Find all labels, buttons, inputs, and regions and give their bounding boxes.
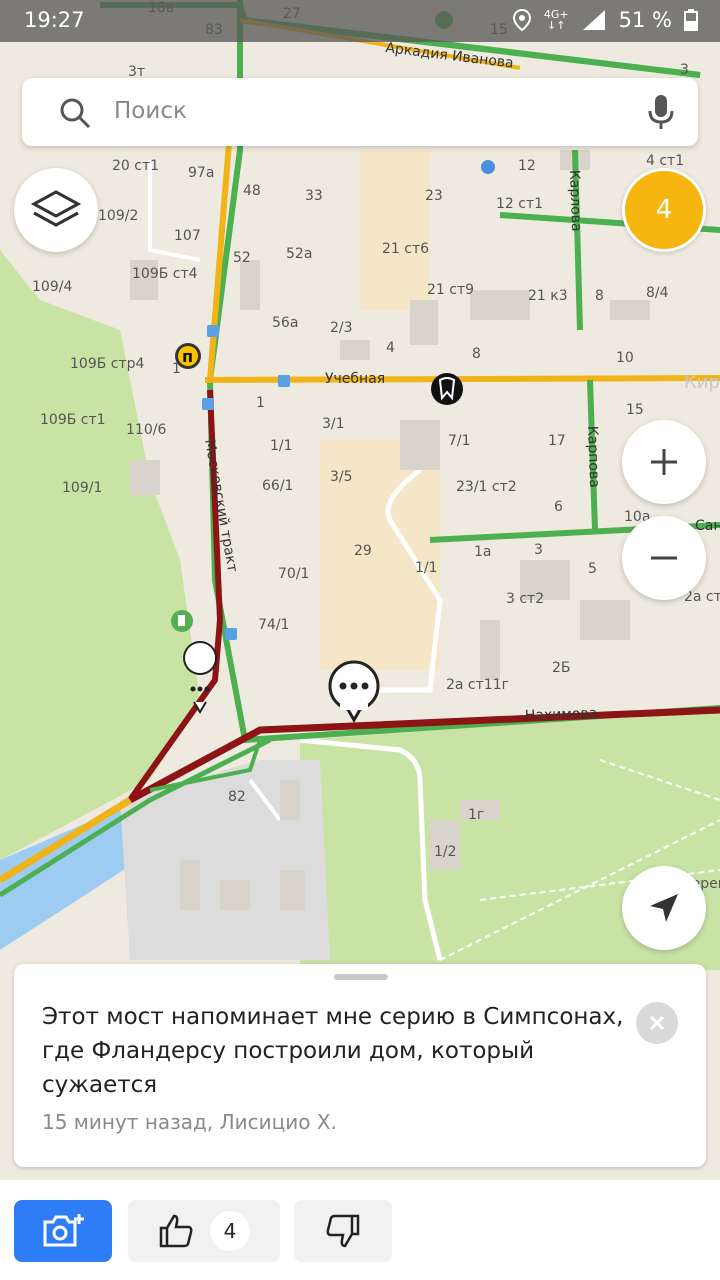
location-poi-icon[interactable] (481, 160, 495, 174)
street-label-partial: Кир (684, 372, 720, 393)
building-number-label: 8 (595, 288, 604, 304)
street-label: Карлова (566, 170, 584, 232)
dentist-poi-icon[interactable] (431, 373, 463, 405)
street-label-partial: Сан (695, 518, 720, 534)
building-number-label: 1/1 (415, 560, 438, 576)
search-bar[interactable]: Поиск (22, 78, 698, 146)
building-number-label: 109Б стр4 (70, 356, 145, 372)
building-number-label: 1/2 (434, 844, 457, 860)
building-number-label: 7/1 (448, 433, 471, 449)
building-number-label: 52а (286, 246, 312, 262)
building-number-label: 5 (588, 561, 597, 577)
search-input[interactable]: Поиск (114, 98, 187, 124)
battery-percent: 51 % (618, 8, 672, 32)
comment-meta: 15 минут назад, Лисицио Х. (42, 1110, 337, 1134)
building-number-label: 4 ст1 (646, 153, 684, 169)
building-number-label: 3 (534, 542, 543, 558)
layers-icon (31, 190, 81, 227)
search-icon (60, 98, 91, 129)
battery-icon (684, 9, 698, 31)
svg-text:п: п (182, 347, 193, 366)
network-indicator: 4G+ ↓↑ (543, 8, 569, 32)
building-number-label: 23 (425, 188, 443, 204)
building-number-label: 20 ст1 (112, 158, 159, 174)
comment-card[interactable]: Этот мост напоминает мне серию в Симпсон… (14, 964, 706, 1167)
building-number-label: 12 ст1 (496, 196, 543, 212)
camera-add-icon (43, 1214, 84, 1247)
building-number-label: 70/1 (278, 566, 309, 582)
building-number-label: 15 (626, 402, 644, 418)
building-number-label: 48 (243, 183, 261, 199)
comment-text: Этот мост напоминает мне серию в Симпсон… (42, 1004, 624, 1098)
zoom-in-button[interactable] (622, 420, 706, 504)
close-button[interactable] (636, 1002, 678, 1044)
building-number-label: 10 (616, 350, 634, 366)
building-number-label: 66/1 (262, 478, 293, 494)
taxi-stop-icon[interactable]: п (175, 343, 201, 369)
layers-button[interactable] (14, 168, 98, 252)
like-button[interactable]: 4 (128, 1200, 280, 1262)
building-number-label: 12 (518, 158, 536, 174)
building-number-label: 97а (188, 165, 214, 181)
building-number-label: 3 (680, 62, 689, 78)
minus-icon (651, 556, 677, 560)
building-number-label: 110/6 (126, 422, 166, 438)
building-number-label: 3 ст2 (506, 591, 544, 607)
building-number-label: 109/4 (32, 279, 72, 295)
fuel-station-icon[interactable] (171, 610, 193, 632)
street-label: Учебная (325, 371, 385, 387)
building-number-label: 1а (474, 544, 492, 560)
building-number-label: 1/1 (270, 438, 293, 454)
zoom-out-button[interactable] (622, 516, 706, 600)
building-number-label: 74/1 (258, 617, 289, 633)
building-number-label: 21 к3 (528, 288, 568, 304)
building-number-label: 2а ст11г (446, 677, 509, 693)
building-number-label: 8 (472, 346, 481, 362)
street-label: Нахимова (525, 705, 598, 724)
location-status-icon (512, 9, 531, 31)
plus-icon (651, 449, 677, 475)
like-count: 4 (210, 1211, 250, 1251)
building-number-label: 2/3 (330, 320, 353, 336)
building-number-label: 17 (548, 433, 566, 449)
building-number-label: 1г (468, 807, 484, 823)
microphone-icon[interactable] (646, 94, 676, 130)
building-number-label: 1 (256, 395, 265, 411)
street-label: Карпова (584, 426, 602, 488)
thumbs-down-icon (326, 1214, 360, 1248)
building-number-label: 82 (228, 789, 246, 805)
building-number-label: 3/5 (330, 469, 353, 485)
building-number-label: 109Б ст4 (132, 266, 198, 282)
building-number-label: 21 ст9 (427, 282, 474, 298)
dislike-button[interactable] (294, 1200, 392, 1262)
building-number-label: 56а (272, 315, 298, 331)
building-number-label: 107 (174, 228, 201, 244)
building-number-label: 52 (233, 250, 251, 266)
add-photo-button[interactable] (14, 1200, 112, 1262)
navigation-arrow-icon (650, 894, 678, 922)
building-number-label: 8/4 (646, 285, 669, 301)
close-icon (649, 1015, 665, 1031)
my-location-button[interactable] (622, 866, 706, 950)
building-number-label: 109/1 (62, 480, 102, 496)
status-bar: 19:27 4G+ ↓↑ 51 % (0, 0, 720, 42)
building-number-label: 33 (305, 188, 323, 204)
building-number-label: 2Б (552, 660, 571, 676)
status-time: 19:27 (24, 8, 85, 32)
drag-handle[interactable] (334, 974, 388, 980)
building-number-label: 21 ст6 (382, 241, 429, 257)
building-number-label: 23/1 ст2 (456, 479, 517, 495)
building-number-label: 4 (386, 340, 395, 356)
building-number-label: 6 (554, 499, 563, 515)
building-number-label: 109/2 (98, 208, 138, 224)
building-number-label: 3/1 (322, 416, 345, 432)
building-number-label: 29 (354, 543, 372, 559)
events-cluster-badge[interactable]: 4 (622, 168, 706, 252)
signal-icon (582, 10, 605, 30)
building-number-label: 109Б ст1 (40, 412, 106, 428)
thumbs-up-icon (159, 1214, 193, 1248)
